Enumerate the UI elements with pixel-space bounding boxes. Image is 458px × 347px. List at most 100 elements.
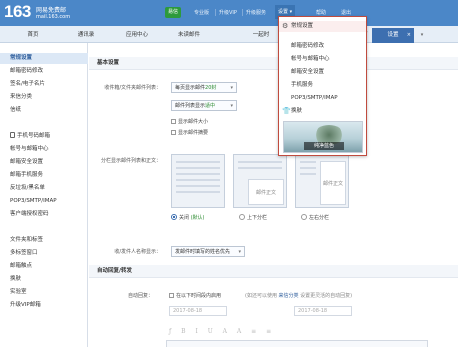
per-page-select[interactable]: 每页显示邮件20封 ▾ [171, 82, 237, 93]
layout-radio-left-right[interactable]: 左右分栏 [301, 214, 329, 221]
dropdown-item-pop3[interactable]: POP3/SMTP/IMAP [279, 93, 366, 104]
sender-display-label: 收/发件人名称显示： [114, 249, 161, 255]
split-view-label: 分栏显示邮件列表和正文： [100, 158, 161, 164]
sidebar-item-folders[interactable]: 文件夹和标签 [0, 235, 88, 246]
sidebar-item-client-password[interactable]: 客户端授权密码 [0, 209, 88, 220]
list-display-select[interactable]: 邮件列表显示适中 ▾ [171, 100, 237, 111]
chevron-down-icon: ▾ [230, 103, 233, 109]
checkbox-box [171, 130, 176, 135]
tab-together[interactable]: 一起时 [247, 29, 275, 43]
help-link[interactable]: 帮助 [316, 9, 326, 16]
close-icon[interactable]: × [407, 28, 411, 43]
preview-line [300, 161, 316, 163]
phone-icon [10, 132, 15, 138]
dropdown-item-phone-service[interactable]: 手机服务 [279, 80, 366, 91]
dropdown-item-skin[interactable]: 👕 换肤 [279, 106, 366, 117]
tab-settings[interactable]: 设置 × [372, 28, 414, 43]
dropdown-item-label: 常规设置 [291, 23, 314, 29]
tab-settings-label: 设置 [387, 32, 399, 38]
sidebar-item-skin[interactable]: 换肤 [0, 274, 88, 285]
list-display-value: 适中 [205, 103, 216, 109]
tab-more-icon[interactable]: ▾ [416, 29, 428, 42]
checkbox-box [169, 293, 174, 298]
sidebar-item-password[interactable]: 邮箱密码修改 [0, 66, 88, 77]
tab-bar: 首页 通讯录 应用中心 未读邮件 一起时 写 设置 × ▾ [0, 26, 458, 43]
sidebar-item-signature[interactable]: 签名/电子名片 [0, 79, 88, 90]
sidebar-item-phone-service[interactable]: 邮箱手机服务 [0, 170, 88, 181]
logo-domain: mail.163.com [36, 14, 71, 20]
preview-body-panel: 邮件正文 [320, 161, 346, 205]
dropdown-item-security[interactable]: 邮箱安全设置 [279, 67, 366, 78]
settings-label: 设置 [278, 9, 289, 15]
sidebar-item-mail-rules[interactable]: 来信分类 [0, 92, 88, 103]
preview-line [176, 167, 220, 169]
sidebar-item-account-center[interactable]: 帐号与邮箱中心 [0, 144, 88, 155]
tab-unread[interactable]: 未读邮件 [166, 29, 212, 43]
start-date-field[interactable]: 2017-08-18 [169, 306, 227, 316]
preview-line [176, 191, 220, 193]
sidebar-item-stationery[interactable]: 信纸 [0, 105, 88, 116]
preview-line [300, 167, 316, 169]
end-date-field[interactable]: 2017-08-18 [294, 306, 352, 316]
show-size-label: 显示邮件大小 [178, 119, 209, 125]
dropdown-item-general[interactable]: ⚙ 常规设置 [279, 21, 366, 32]
sidebar-item-antispam[interactable]: 反垃圾/黑名单 [0, 183, 88, 194]
layout-top-bottom-label: 上下分栏 [247, 215, 268, 221]
auto-reply-label: 自动回复： [127, 293, 153, 299]
list-settings-label: 收件箱/文件夹邮件列表： [104, 85, 161, 91]
sidebar-item-multi-tab[interactable]: 多标签窗口 [0, 248, 88, 259]
sidebar-item-touchpoint[interactable]: 邮箱触点 [0, 261, 88, 272]
dropdown-item-password[interactable]: 邮箱密码修改 [279, 41, 366, 52]
layout-off-label: 关闭 [179, 215, 190, 221]
tab-home[interactable]: 首页 [12, 29, 54, 43]
layout-preview-left-right[interactable]: 邮件正文 [295, 154, 349, 208]
sidebar-item-pop3[interactable]: POP3/SMTP/IMAP [0, 196, 88, 207]
auto-reply-note2: 设置更灵活的自动回复) [300, 293, 353, 299]
show-summary-checkbox[interactable]: 显示邮件摘要 [171, 129, 208, 136]
tab-app-center[interactable]: 应用中心 [114, 29, 160, 43]
upgrade-vip-link[interactable]: 升级VIP [219, 9, 237, 16]
dropdown-item-account-center[interactable]: 帐号与邮箱中心 [279, 54, 366, 65]
preview-line [176, 179, 220, 181]
pro-link[interactable]: 专业版 [194, 9, 209, 16]
layout-radio-off[interactable]: 关闭 (默认) [171, 214, 205, 221]
gear-icon: ⚙ [282, 22, 289, 30]
auto-reply-checkbox[interactable]: 在以下时间段内启用 [169, 292, 221, 299]
preview-line [238, 167, 282, 169]
preview-line [176, 161, 220, 163]
basic-settings-header: 基本设置 [89, 57, 458, 70]
layout-preview-off[interactable] [171, 154, 225, 208]
sidebar-item-security[interactable]: 邮箱安全设置 [0, 157, 88, 168]
chevron-down-icon: ▾ [289, 9, 293, 15]
skin-preview[interactable]: 纯净蓝色 [283, 121, 363, 153]
radio-dot [301, 214, 307, 220]
show-size-checkbox[interactable]: 显示邮件大小 [171, 118, 208, 125]
logout-link[interactable]: 退出 [341, 9, 351, 16]
sidebar-item-general[interactable]: 常规设置 [0, 53, 88, 64]
radio-dot [239, 214, 245, 220]
layout-preview-top-bottom[interactable]: 邮件正文 [233, 154, 287, 208]
layout-left-right-label: 左右分栏 [309, 215, 330, 221]
editor-toolbar[interactable]: ƒ B I U A A ≡ ≡ [169, 328, 275, 335]
sender-display-select[interactable]: 发邮件时填写的姓名优先 ▾ [171, 246, 245, 257]
preview-line [300, 173, 316, 175]
auto-reply-editor[interactable] [166, 340, 428, 347]
sidebar-item-upgrade-vip[interactable]: 升级VIP邮箱 [0, 300, 88, 311]
sender-display-value: 发邮件时填写的姓名优先 [175, 249, 231, 255]
top-bar: 163 网易免费邮 mail.163.com 易信 专业版 升级VIP 升级服务… [0, 0, 458, 26]
mail-rules-link[interactable]: 来信分类 [279, 293, 299, 299]
preview-line [238, 161, 282, 163]
auto-reply-note: (如还可以使用 [245, 293, 277, 299]
logo-name: 网易免费邮 [36, 7, 67, 14]
sidebar-item-phone-mailbox[interactable]: 手机号码邮箱 [0, 131, 88, 142]
auto-reply-text: 在以下时间段内启用 [176, 293, 222, 299]
upgrade-service-link[interactable]: 升级服务 [246, 9, 266, 16]
sidebar-item-lab[interactable]: 实验室 [0, 287, 88, 298]
vip-badge[interactable]: 易信 [165, 7, 182, 18]
settings-main: 基本设置 收件箱/文件夹邮件列表： 每页显示邮件20封 ▾ 邮件列表显示适中 ▾… [89, 43, 458, 347]
chevron-down-icon: ▾ [230, 85, 233, 91]
layout-radio-top-bottom[interactable]: 上下分栏 [239, 214, 267, 221]
skin-caption: 纯净蓝色 [304, 142, 344, 150]
tab-contacts[interactable]: 通讯录 [64, 29, 108, 43]
preview-line [176, 173, 220, 175]
